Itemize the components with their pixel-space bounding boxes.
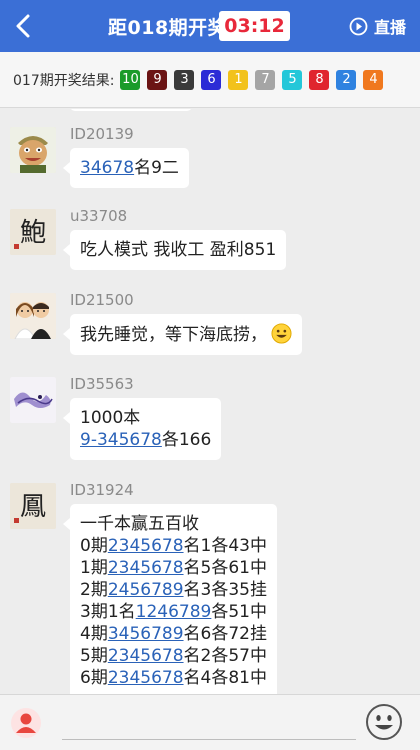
cartoon-man-avatar-icon: [10, 127, 56, 173]
result-ball: 8: [309, 69, 330, 90]
message-line: 6期2345678名4各81中: [80, 667, 267, 689]
avatar[interactable]: [10, 127, 56, 173]
avatar[interactable]: 鳳: [10, 483, 56, 529]
bet-number-link[interactable]: 3456789: [108, 624, 184, 644]
message-bubble: 我先睡觉，等下海底捞，: [63, 314, 302, 355]
message-line: 1期2345678名5各61中: [80, 557, 267, 579]
message-line: 1000本: [80, 408, 141, 428]
user-id: ID35563: [70, 375, 134, 393]
svg-text:鮑: 鮑: [20, 218, 46, 248]
message-text: 名9二: [134, 158, 179, 178]
message-bubble: 34678名9二: [63, 148, 189, 188]
result-ball: 2: [336, 69, 357, 90]
message-text: 各166: [161, 430, 212, 450]
play-circle-icon: [349, 17, 368, 35]
bet-number-link[interactable]: 2345678: [108, 668, 184, 688]
bet-number-link[interactable]: 2456789: [108, 580, 184, 600]
avatar[interactable]: [10, 293, 56, 339]
message-bubble: 1000本 9-345678各166: [62, 398, 222, 460]
bet-number-link[interactable]: 1246789: [136, 602, 212, 622]
previous-results-bar: 017期开奖结果: 10 9 3 6 1 7 5 8 2 4: [0, 52, 420, 108]
message-text: 名5各61中: [183, 558, 267, 578]
message-text: 3期1名: [80, 602, 136, 622]
emoji-picker-icon[interactable]: [365, 703, 403, 741]
calligraphy-feng-avatar-icon: 鳳: [10, 483, 56, 529]
message-bubble: 一千本赢五百收 0期2345678名1各43中 1期2345678名5各61中 …: [63, 504, 277, 694]
message-line: 2期2456789名3各35挂: [80, 579, 267, 601]
result-ball: 9: [147, 69, 168, 90]
previous-message-bubble: [70, 109, 192, 111]
result-ball: 5: [282, 69, 303, 90]
bet-number-link[interactable]: 9-345678: [80, 430, 162, 450]
purple-sketch-avatar-icon: [10, 377, 56, 423]
countdown-timer: 03:12: [219, 11, 290, 41]
message-text: 5期: [80, 646, 108, 666]
smiley-emoji-icon: [271, 323, 292, 344]
message-line: 吃人模式 我收工 盈利851: [80, 240, 277, 260]
user-id: ID31924: [70, 481, 134, 499]
message-line: 一千本赢五百收: [80, 514, 199, 534]
message-text: 名4各81中: [183, 668, 267, 688]
result-ball: 10: [120, 69, 141, 90]
user-id: ID21500: [70, 291, 134, 309]
avatar[interactable]: 鮑: [10, 209, 56, 255]
result-ball: 7: [255, 69, 276, 90]
results-label: 017期开奖结果:: [13, 72, 115, 89]
user-profile-icon[interactable]: [10, 707, 42, 739]
page-title: 距018期开奖: [108, 17, 228, 39]
calligraphy-bao-avatar-icon: 鮑: [10, 209, 56, 255]
message-text: 我先睡觉，等下海底捞，: [80, 325, 267, 345]
message-text: 2期: [80, 580, 108, 600]
message-text: 6期: [80, 668, 108, 688]
back-arrow-icon[interactable]: [10, 12, 36, 40]
user-id: ID20139: [70, 125, 134, 143]
chat-message-list[interactable]: ID20139 34678名9二 鮑 u33708 吃人模式 我收工 盈利851: [0, 109, 420, 694]
live-label: 直播: [374, 18, 407, 37]
message-text: 0期: [80, 536, 108, 556]
bet-number-link[interactable]: 2345678: [108, 646, 184, 666]
message-text: 名6各72挂: [183, 624, 267, 644]
live-button[interactable]: 直播: [349, 14, 406, 38]
message-text: 各51中: [211, 602, 267, 622]
message-line: 0期2345678名1各43中: [80, 535, 267, 557]
avatar[interactable]: [10, 377, 56, 423]
message-input[interactable]: [62, 739, 356, 740]
top-bar: 距018期开奖 03:12 直播: [0, 0, 420, 52]
message-bubble: 吃人模式 我收工 盈利851: [62, 230, 287, 270]
message-line: 4期3456789名6各72挂: [80, 623, 267, 645]
message-text: 名3各35挂: [183, 580, 267, 600]
result-ball: 6: [201, 69, 222, 90]
message-line: 34678名9二: [80, 157, 179, 179]
chat-input-bar: [0, 694, 420, 750]
bet-number-link[interactable]: 2345678: [108, 536, 184, 556]
message-line: 9-345678各166: [80, 429, 211, 451]
message-text: 名1各43中: [183, 536, 267, 556]
bet-number-link[interactable]: 2345678: [108, 558, 184, 578]
message-text: 1期: [80, 558, 108, 578]
message-text: 4期: [80, 624, 108, 644]
bet-number-link[interactable]: 34678: [80, 158, 134, 178]
svg-text:鳳: 鳳: [20, 492, 46, 522]
result-ball: 1: [228, 69, 249, 90]
result-ball: 4: [363, 69, 384, 90]
message-line: 我先睡觉，等下海底捞，: [80, 323, 292, 346]
message-line: 3期1名1246789各51中: [80, 601, 267, 623]
result-ball: 3: [174, 69, 195, 90]
user-id: u33708: [70, 207, 128, 225]
couple-avatar-icon: [10, 293, 56, 339]
message-line: 5期2345678名2各57中: [80, 645, 267, 667]
message-text: 名2各57中: [183, 646, 267, 666]
